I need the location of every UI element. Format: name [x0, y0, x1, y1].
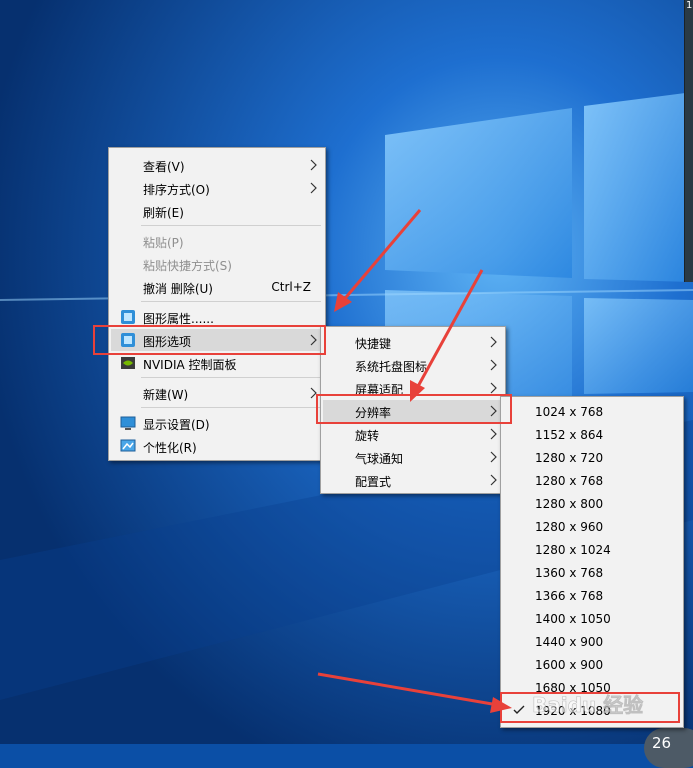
chevron-right-icon [490, 382, 497, 394]
nvidia-icon [121, 357, 135, 369]
checkmark-icon [513, 705, 525, 714]
resolution-option[interactable]: 1360 x 768 [503, 562, 681, 584]
menu-item-view[interactable]: 查看(V) [111, 154, 323, 176]
resolution-option[interactable]: 1152 x 864 [503, 424, 681, 446]
menu-separator [141, 301, 321, 302]
resolution-option[interactable]: 1600 x 900 [503, 654, 681, 676]
personalize-icon [120, 439, 136, 452]
submenu-item-hotkeys[interactable]: 快捷键 [323, 331, 503, 353]
chevron-right-icon [490, 336, 497, 348]
submenu-item-tray-icon[interactable]: 系统托盘图标 [323, 354, 503, 376]
submenu-item-screen-fit[interactable]: 屏幕适配 [323, 377, 503, 399]
menu-item-display-settings-label: 显示设置(D) [143, 418, 210, 432]
menu-item-personalize[interactable]: 个性化(R) [111, 435, 323, 457]
graphics-options-submenu: 快捷键 系统托盘图标 屏幕适配 分辨率 旋转 气球通知 配置式 [320, 326, 506, 494]
resolution-option[interactable]: 1280 x 1024 [503, 539, 681, 561]
menu-item-sort[interactable]: 排序方式(O) [111, 177, 323, 199]
monitor-icon [120, 416, 136, 430]
menu-item-personalize-label: 个性化(R) [143, 441, 197, 455]
menu-separator [141, 377, 321, 378]
menu-item-refresh[interactable]: 刷新(E) [111, 200, 323, 222]
resolution-option[interactable]: 1400 x 1050 [503, 608, 681, 630]
submenu-item-tray-icon-label: 系统托盘图标 [355, 360, 428, 374]
resolution-label: 1280 x 720 [535, 451, 604, 465]
resolution-option[interactable]: 1366 x 768 [503, 585, 681, 607]
menu-item-nvidia-control-panel[interactable]: NVIDIA 控制面板 [111, 352, 323, 374]
menu-item-paste-label: 粘贴(P) [143, 236, 184, 250]
resolution-label: 1280 x 768 [535, 474, 604, 488]
submenu-item-balloon-notify-label: 气球通知 [355, 452, 404, 466]
menu-item-graphics-properties-label: 图形属性...... [143, 312, 214, 326]
menu-item-paste[interactable]: 粘贴(P) [111, 230, 323, 252]
menu-separator [141, 407, 321, 408]
submenu-item-resolution-label: 分辨率 [355, 406, 392, 420]
menu-item-undo-delete[interactable]: 撤消 删除(U) Ctrl+Z [111, 276, 323, 298]
resolution-label: 1024 x 768 [535, 405, 604, 419]
resolution-label: 1152 x 864 [535, 428, 604, 442]
resolution-label: 1400 x 1050 [535, 612, 611, 626]
chevron-right-icon [490, 359, 497, 371]
resolution-option[interactable]: 1280 x 768 [503, 470, 681, 492]
submenu-item-hotkeys-label: 快捷键 [355, 337, 392, 351]
chevron-right-icon [310, 159, 317, 171]
chevron-right-icon [490, 405, 497, 417]
resolution-option[interactable]: 1280 x 960 [503, 516, 681, 538]
menu-item-undo-delete-label: 撤消 删除(U) [143, 282, 213, 296]
chevron-right-icon [310, 334, 317, 346]
menu-item-paste-shortcut[interactable]: 粘贴快捷方式(S) [111, 253, 323, 275]
intel-graphics-icon [121, 333, 135, 347]
resolution-label: 1920 x 1080 [535, 704, 611, 718]
menu-item-new-label: 新建(W) [143, 388, 189, 402]
intel-graphics-icon [121, 310, 135, 324]
submenu-item-profiles-label: 配置式 [355, 475, 392, 489]
resolution-option[interactable]: 1280 x 800 [503, 493, 681, 515]
submenu-item-rotation[interactable]: 旋转 [323, 423, 503, 445]
resolution-option[interactable]: 1024 x 768 [503, 401, 681, 423]
chevron-right-icon [490, 451, 497, 463]
resolution-label: 1280 x 960 [535, 520, 604, 534]
resolution-option-selected[interactable]: 1920 x 1080 [503, 700, 681, 722]
resolution-label: 1280 x 800 [535, 497, 604, 511]
menu-item-refresh-label: 刷新(E) [143, 206, 184, 220]
menu-item-undo-shortcut: Ctrl+Z [271, 280, 311, 294]
resolution-option[interactable]: 1440 x 900 [503, 631, 681, 653]
background-window-edge[interactable]: 1 [684, 0, 693, 282]
menu-item-graphics-options-label: 图形选项 [143, 335, 192, 349]
submenu-item-balloon-notify[interactable]: 气球通知 [323, 446, 503, 468]
resolution-option[interactable]: 1280 x 720 [503, 447, 681, 469]
menu-item-paste-shortcut-label: 粘贴快捷方式(S) [143, 259, 232, 273]
resolution-option[interactable]: 1680 x 1050 [503, 677, 681, 699]
chevron-right-icon [310, 387, 317, 399]
menu-item-sort-label: 排序方式(O) [143, 183, 210, 197]
menu-item-graphics-properties[interactable]: 图形属性...... [111, 306, 323, 328]
submenu-item-screen-fit-label: 屏幕适配 [355, 383, 404, 397]
resolution-label: 1366 x 768 [535, 589, 604, 603]
submenu-item-profiles[interactable]: 配置式 [323, 469, 503, 491]
resolution-label: 1680 x 1050 [535, 681, 611, 695]
taskbar-badge[interactable]: 26 [644, 728, 693, 768]
submenu-item-rotation-label: 旋转 [355, 429, 380, 443]
taskbar-badge-text: 26 [652, 734, 672, 752]
menu-item-nvidia-label: NVIDIA 控制面板 [143, 358, 237, 372]
resolution-label: 1280 x 1024 [535, 543, 611, 557]
menu-item-view-label: 查看(V) [143, 160, 185, 174]
menu-item-display-settings[interactable]: 显示设置(D) [111, 412, 323, 434]
window-edge-text: 1 [686, 0, 693, 11]
menu-item-graphics-options[interactable]: 图形选项 [111, 329, 323, 351]
chevron-right-icon [490, 474, 497, 486]
chevron-right-icon [490, 428, 497, 440]
resolution-submenu: 1024 x 768 1152 x 864 1280 x 720 1280 x … [500, 396, 684, 728]
chevron-right-icon [310, 182, 317, 194]
resolution-label: 1360 x 768 [535, 566, 604, 580]
resolution-label: 1440 x 900 [535, 635, 604, 649]
submenu-item-resolution[interactable]: 分辨率 [323, 400, 503, 422]
desktop-context-menu: 查看(V) 排序方式(O) 刷新(E) 粘贴(P) 粘贴快捷方式(S) 撤消 删… [108, 147, 326, 461]
menu-item-new[interactable]: 新建(W) [111, 382, 323, 404]
resolution-label: 1600 x 900 [535, 658, 604, 672]
menu-separator [141, 225, 321, 226]
